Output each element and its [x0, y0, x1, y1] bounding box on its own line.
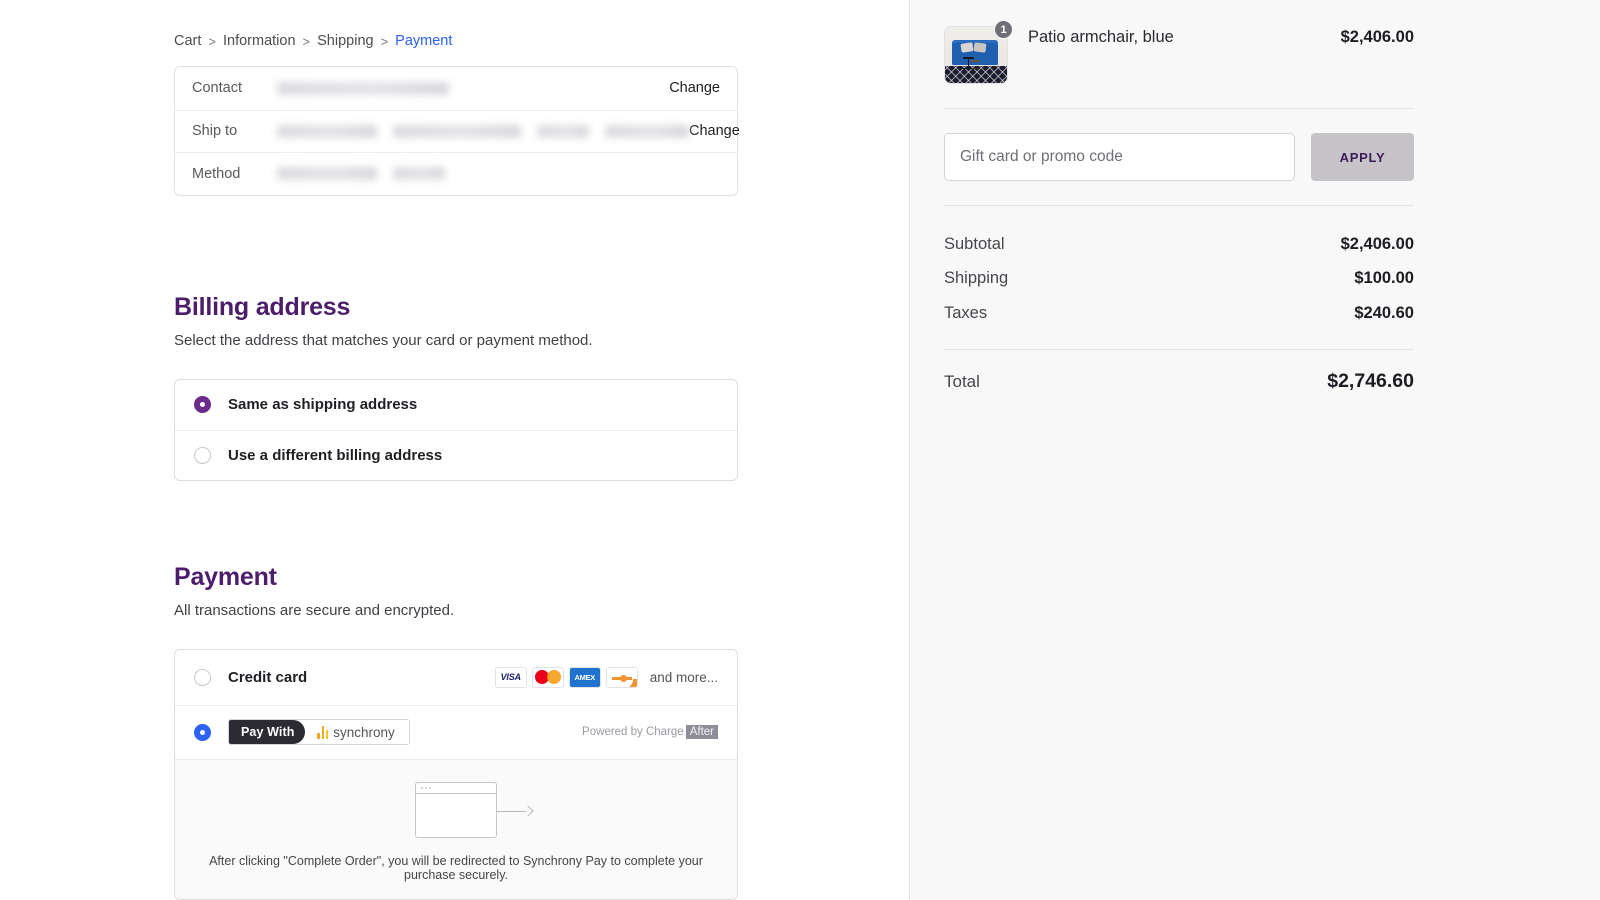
breadcrumb-item-information[interactable]: Information — [223, 33, 296, 49]
promo-code-input[interactable] — [944, 133, 1295, 181]
product-thumbnail-wrap: 1 — [944, 20, 1013, 86]
payment-subtitle: All transactions are secure and encrypte… — [174, 601, 455, 619]
product-price: $2,406.00 — [1340, 28, 1414, 46]
divider — [944, 348, 1414, 350]
synchrony-bars-icon — [317, 725, 329, 739]
order-review-card: Contact Change Ship to Change Method — [174, 66, 740, 196]
subtotal-value: $2,406.00 — [1340, 234, 1414, 253]
credit-card-label: Credit card — [228, 668, 308, 686]
arrow-right-icon — [497, 805, 534, 817]
powered-by-chargeafter: Powered by Charge After — [582, 725, 718, 739]
redacted-address-part — [277, 124, 377, 138]
billing-address-subtitle: Select the address that matches your car… — [174, 331, 593, 349]
breadcrumb: Cart > Information > Shipping > Payment — [174, 0, 774, 49]
breadcrumb-separator-icon: > — [208, 33, 216, 49]
change-contact-button[interactable]: Change — [669, 80, 720, 96]
payment-option-credit-card[interactable]: Credit card VISA AMEX and more... — [175, 650, 737, 705]
review-row-ship-to: Ship to Change — [175, 109, 740, 153]
more-cards-label: and more... — [649, 669, 718, 685]
breadcrumb-item-payment[interactable]: Payment — [395, 33, 452, 49]
redacted-method-part — [277, 167, 377, 181]
redacted-method-part — [393, 167, 445, 181]
review-value-ship-to — [277, 124, 689, 138]
card-brand-list: VISA AMEX and more... — [494, 666, 718, 688]
checkout-main-column: Cart > Information > Shipping > Payment … — [0, 0, 910, 900]
powered-by-prefix: Powered by Charge — [582, 726, 684, 738]
redacted-address-part — [393, 124, 521, 138]
taxes-label: Taxes — [944, 303, 988, 322]
order-summary-panel: 1 Patio armchair, blue $2,406.00 APPLY S… — [910, 0, 1600, 900]
grand-total-value: $2,746.60 — [1327, 370, 1414, 393]
review-row-method: Method — [175, 152, 737, 195]
review-label-contact: Contact — [192, 80, 242, 97]
payment-option-synchrony[interactable]: Pay With synchrony Powered by Charge Aft… — [175, 704, 737, 759]
order-line-item: 1 Patio armchair, blue $2,406.00 — [944, 20, 1414, 108]
total-row-subtotal: Subtotal $2,406.00 — [944, 227, 1414, 262]
breadcrumb-item-shipping[interactable]: Shipping — [317, 33, 373, 49]
total-row-taxes: Taxes $240.60 — [944, 296, 1414, 331]
billing-address-section: Billing address Select the address that … — [174, 293, 738, 481]
billing-address-options: Same as shipping address Use a different… — [174, 378, 738, 481]
redirect-info-panel: After clicking "Complete Order", you wil… — [175, 758, 737, 899]
redacted-address-part — [605, 124, 689, 138]
mastercard-icon — [531, 666, 564, 688]
product-name: Patio armchair, blue — [1028, 28, 1174, 46]
visa-icon: VISA — [494, 666, 527, 688]
promo-code-row: APPLY — [944, 109, 1414, 205]
synchrony-pay-badge: Pay With synchrony — [228, 719, 410, 745]
subtotal-label: Subtotal — [944, 234, 1005, 253]
redacted-contact-value — [277, 81, 449, 95]
review-label-ship-to: Ship to — [192, 123, 238, 140]
breadcrumb-item-cart[interactable]: Cart — [174, 33, 201, 49]
synchrony-brand-label: synchrony — [333, 724, 395, 740]
quantity-badge: 1 — [994, 20, 1013, 39]
apply-promo-button[interactable]: APPLY — [1311, 133, 1414, 181]
radio-selected-icon[interactable] — [194, 723, 211, 741]
synchrony-badge-prefix: Pay With — [229, 720, 306, 744]
review-row-contact: Contact Change — [175, 67, 737, 110]
discover-icon — [605, 666, 638, 688]
total-row-grand-total: Total $2,746.60 — [944, 365, 1414, 400]
totals-section: Subtotal $2,406.00 Shipping $100.00 Taxe… — [944, 206, 1414, 399]
synchrony-brand: synchrony — [305, 720, 409, 744]
taxes-value: $240.60 — [1354, 303, 1414, 322]
review-label-method: Method — [192, 165, 241, 182]
redirect-note-text: After clicking "Complete Order", you wil… — [209, 853, 703, 882]
chargeafter-suffix: After — [685, 725, 718, 739]
radio-unselected-icon[interactable] — [194, 446, 211, 464]
billing-address-title: Billing address — [174, 292, 351, 321]
amex-icon: AMEX — [568, 666, 601, 688]
billing-option-different-address[interactable]: Use a different billing address — [175, 429, 737, 480]
shipping-value: $100.00 — [1354, 269, 1414, 288]
breadcrumb-separator-icon: > — [380, 33, 389, 49]
radio-selected-icon[interactable] — [194, 396, 211, 413]
payment-title: Payment — [174, 562, 277, 591]
redacted-address-part — [537, 124, 589, 138]
review-value-contact — [277, 81, 669, 95]
radio-unselected-icon[interactable] — [194, 668, 211, 686]
total-row-shipping: Shipping $100.00 — [944, 262, 1414, 297]
billing-option-label: Same as shipping address — [228, 396, 418, 413]
breadcrumb-separator-icon: > — [302, 33, 311, 49]
shipping-label: Shipping — [944, 269, 1009, 288]
billing-option-same-as-shipping[interactable]: Same as shipping address — [175, 380, 737, 430]
grand-total-label: Total — [944, 371, 980, 391]
change-shipping-button[interactable]: Change — [689, 123, 740, 139]
review-value-method — [277, 167, 720, 181]
browser-redirect-icon — [415, 781, 534, 838]
payment-section: Payment All transactions are secure and … — [174, 563, 738, 900]
billing-option-label: Use a different billing address — [228, 446, 443, 464]
checkout-page: Cart > Information > Shipping > Payment … — [0, 0, 1600, 900]
payment-method-options: Credit card VISA AMEX and more... Pay Wi… — [174, 648, 738, 900]
